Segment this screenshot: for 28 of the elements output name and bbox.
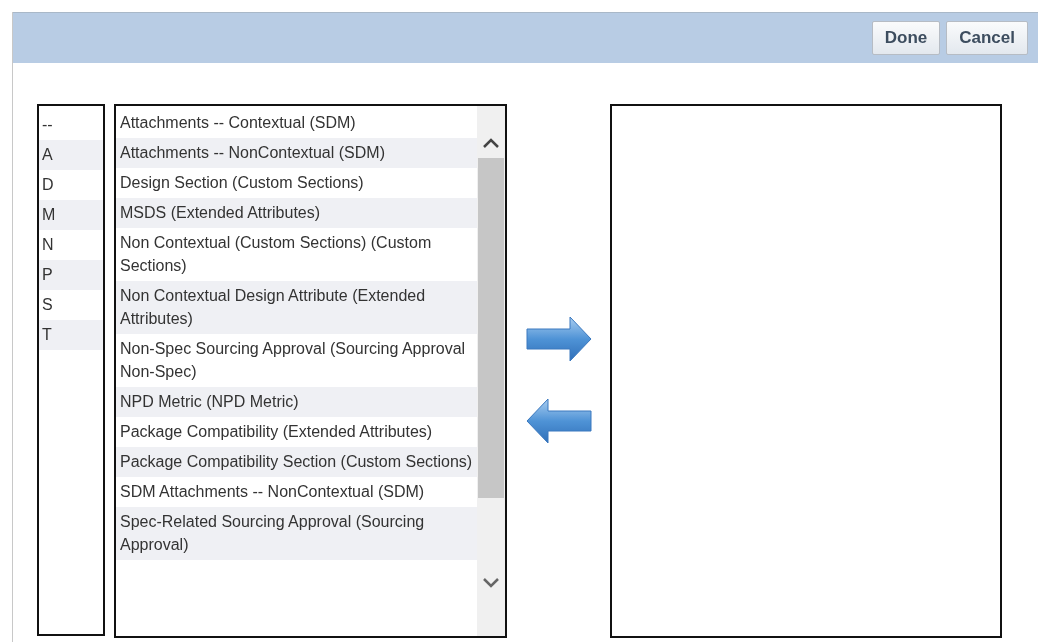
list-item[interactable]: NPD Metric (NPD Metric) xyxy=(116,387,477,417)
letter-item[interactable]: A xyxy=(39,140,103,170)
list-item[interactable]: Design Section (Custom Sections) xyxy=(116,168,477,198)
scrollbar[interactable] xyxy=(477,106,505,636)
list-item[interactable]: Package Compatibility Section (Custom Sections) xyxy=(116,447,477,477)
list-item[interactable]: Attachments -- Contextual (SDM) xyxy=(116,108,477,138)
scroll-up-icon[interactable] xyxy=(483,138,499,148)
letter-item[interactable]: S xyxy=(39,290,103,320)
move-right-icon[interactable] xyxy=(526,316,592,362)
scroll-down-icon[interactable] xyxy=(483,578,499,588)
list-item[interactable]: MSDS (Extended Attributes) xyxy=(116,198,477,228)
list-item[interactable]: Spec-Related Sourcing Approval (Sourcing Approval) xyxy=(116,507,477,560)
list-item[interactable]: Non Contextual (Custom Sections) (Custom Sections) xyxy=(116,228,477,281)
letter-item[interactable]: M xyxy=(39,200,103,230)
letter-item[interactable]: -- xyxy=(39,110,103,140)
list-item[interactable]: SDM Attachments -- NonContextual (SDM) xyxy=(116,477,477,507)
toolbar-button[interactable]: Done xyxy=(871,21,941,55)
list-item[interactable]: Non-Spec Sourcing Approval (Sourcing Approval Non-Spec) xyxy=(116,334,477,387)
toolbar-button[interactable]: Cancel xyxy=(946,21,1028,55)
letter-item[interactable]: P xyxy=(39,260,103,290)
move-left-icon[interactable] xyxy=(526,398,592,444)
scrollbar-thumb[interactable] xyxy=(478,158,504,498)
letter-item[interactable]: N xyxy=(39,230,103,260)
list-item[interactable]: Non Contextual Design Attribute (Extended Attributes) xyxy=(116,281,477,334)
list-item[interactable]: Package Compatibility (Extended Attributes) xyxy=(116,417,477,447)
letter-item[interactable]: D xyxy=(39,170,103,200)
letter-item[interactable]: T xyxy=(39,320,103,350)
list-item[interactable]: Attachments -- NonContextual (SDM) xyxy=(116,138,477,168)
